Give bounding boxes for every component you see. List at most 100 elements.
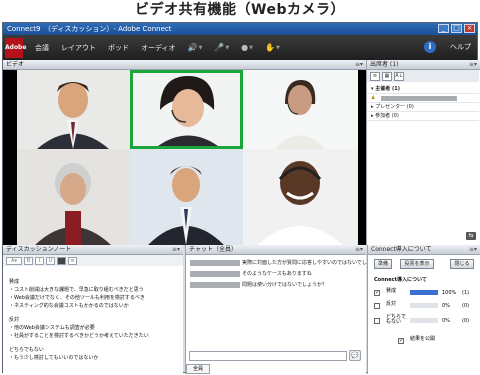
- chat-input[interactable]: [189, 351, 347, 361]
- poll-result-bar: [410, 303, 438, 308]
- window-titlebar: Connect9 （ディスカッション）- Adobe Connect _ □ ×: [3, 23, 477, 35]
- host-user-icon: ♟: [371, 95, 376, 101]
- video-tile-older-woman[interactable]: [17, 149, 130, 245]
- underline-icon[interactable]: U: [46, 256, 55, 265]
- poll-percent: 0%: [442, 318, 450, 324]
- show-votes-button[interactable]: 投票を表示: [400, 259, 434, 269]
- video-tile-young-man[interactable]: [130, 149, 243, 245]
- speech-bubble-icon[interactable]: 💬: [349, 350, 361, 361]
- poll-bar-fill: [410, 290, 438, 295]
- pod-menu-icon[interactable]: ≡▾: [355, 245, 363, 255]
- microphone-icon[interactable]: 🎤 ▼: [214, 43, 229, 52]
- redacted-sender: [190, 270, 240, 277]
- chat-message-text: 実際に対面した方が質問に応答しやすいのではないでしょうか: [242, 260, 382, 266]
- close-button[interactable]: ×: [464, 24, 475, 33]
- maximize-button[interactable]: □: [451, 24, 462, 33]
- poll-option-row: どちらでもない 0% (0): [374, 314, 474, 330]
- poll-pod: Connect導入について ≡▾ 準備 投票を表示 閉じる Connect導入に…: [367, 245, 480, 374]
- bold-icon[interactable]: B: [24, 256, 33, 265]
- participants-group[interactable]: ▸ 参加者 (0): [367, 112, 479, 121]
- raise-hand-icon[interactable]: ✋ ▼: [265, 43, 280, 52]
- video-tile-man-headset[interactable]: [243, 149, 358, 245]
- grid-view-icon[interactable]: ▦: [382, 71, 392, 81]
- notes-line: ・コスト削減は大きな課題で、早急に取り組むべきだと思う: [9, 287, 144, 293]
- poll-count: (0): [462, 318, 470, 324]
- info-icon[interactable]: i: [424, 41, 436, 53]
- prepare-button[interactable]: 準備: [374, 259, 392, 269]
- chat-pod-title: チャット（全員）: [189, 246, 237, 253]
- notes-pod: ディスカッションノート ≡▾ A▾ B I U ≡ 賛成 ・コスト削減は大きな課…: [3, 245, 183, 374]
- menu-pods[interactable]: ポッド: [108, 43, 129, 53]
- webcam-icon[interactable]: ● ▼: [241, 43, 253, 52]
- poll-option-row: ✓ 賛成 100% (1): [374, 288, 474, 298]
- notes-pod-title: ディスカッションノート: [6, 246, 72, 253]
- poll-option-label: 賛成: [386, 288, 397, 294]
- poll-count: (1): [462, 290, 470, 296]
- video-tile-man-suit[interactable]: [17, 70, 130, 149]
- hosts-group[interactable]: ▾ 主催者 (1): [367, 85, 479, 94]
- video-pod-header: ビデオ ≡▾: [3, 60, 366, 70]
- share-icon[interactable]: ⇆: [466, 232, 476, 240]
- menu-audio[interactable]: オーディオ: [141, 43, 176, 53]
- presenters-group-label: プレゼンター (0): [375, 104, 414, 110]
- poll-percent: 0%: [442, 303, 450, 309]
- pod-menu-icon[interactable]: ≡▾: [355, 60, 363, 70]
- poll-result-bar: [410, 318, 438, 323]
- text-color-icon[interactable]: [57, 256, 66, 265]
- window-controls: _ □ ×: [438, 24, 475, 33]
- pod-menu-icon[interactable]: ≡▾: [172, 245, 180, 255]
- poll-result-bar: [410, 290, 438, 295]
- notes-line: 反対: [9, 317, 20, 323]
- video-grid: [3, 70, 366, 245]
- video-pod-title: ビデオ: [6, 61, 25, 68]
- poll-checkbox[interactable]: [374, 303, 380, 309]
- minimize-button[interactable]: _: [438, 24, 449, 33]
- video-pod: ビデオ ≡▾: [3, 60, 366, 245]
- attendees-pod-title: 出席者 (1): [370, 61, 399, 68]
- poll-pod-title: Connect導入について: [371, 246, 432, 253]
- video-tile-active-speaker[interactable]: [130, 70, 243, 149]
- attendees-pod-header: 出席者 (1) ≡▾: [367, 60, 480, 70]
- redacted-attendee-name: [381, 96, 457, 101]
- close-poll-button[interactable]: 閉じる: [450, 259, 474, 269]
- menu-bar: Adobe 会議 レイアウト ポッド オーディオ 🔊 ▼ 🎤 ▼ ● ▼ ✋ ▼ i ヘ…: [3, 35, 477, 60]
- attendees-pod: 出席者 (1) ≡▾ ≡ ▦ A↓ ▾ 主催者 (1) ♟ ▸ プレゼンター (…: [366, 60, 480, 245]
- poll-count: (0): [462, 303, 470, 309]
- notes-line: ・もう少し検討してもいいのではないか: [9, 355, 99, 361]
- redacted-sender: [190, 259, 240, 266]
- menu-help[interactable]: ヘルプ: [450, 42, 471, 52]
- redacted-sender: [190, 281, 240, 288]
- attendees-toolbar: ≡ ▦ A↓: [367, 70, 479, 82]
- notes-content[interactable]: 賛成 ・コスト削減は大きな課題で、早急に取り組むべきだと思う ・Web会議だけで…: [9, 278, 149, 362]
- menu-layout[interactable]: レイアウト: [61, 43, 96, 53]
- notes-line: ・Web会議だけでなく、その他ツールも利用を検討するべき: [9, 295, 145, 301]
- poll-option-label: どちらでもない: [386, 314, 406, 325]
- speaker-icon[interactable]: 🔊 ▼: [188, 43, 203, 52]
- video-tile-woman-headset[interactable]: [243, 70, 358, 149]
- notes-pod-header: ディスカッションノート ≡▾: [3, 245, 183, 255]
- poll-checkbox[interactable]: ✓: [374, 290, 380, 296]
- list-view-icon[interactable]: ≡: [370, 71, 380, 81]
- poll-option-row: 反対 0% (0): [374, 301, 474, 311]
- hosts-group-label: 主催者 (1): [375, 86, 401, 92]
- poll-question: Connect導入について: [374, 277, 427, 283]
- pod-menu-icon[interactable]: ≡▾: [469, 60, 477, 70]
- presenters-group[interactable]: ▸ プレゼンター (0): [367, 103, 479, 112]
- poll-pod-header: Connect導入について ≡▾: [368, 245, 480, 255]
- pod-menu-icon[interactable]: ≡▾: [469, 245, 477, 255]
- publish-results-checkbox[interactable]: ✓: [398, 338, 404, 344]
- chat-pod: チャット（全員） ≡▾ 実際に対面した方が質問に応答しやすいのではないでしょうか…: [185, 245, 382, 374]
- sort-icon[interactable]: A↓: [394, 71, 404, 81]
- chat-pod-header: チャット（全員） ≡▾: [186, 245, 366, 255]
- publish-results-label: 結果を公開: [410, 336, 436, 342]
- notes-line: どちらでもない: [9, 347, 44, 353]
- font-size-icon[interactable]: A▾: [6, 256, 22, 265]
- chat-message: 問題は使い分けではないでしょうか？: [190, 281, 327, 288]
- menu-meeting[interactable]: 会議: [35, 43, 49, 53]
- list-icon[interactable]: ≡: [68, 256, 77, 265]
- notes-line: 賛成: [9, 279, 20, 285]
- chat-tab-everyone[interactable]: 全員: [186, 364, 210, 374]
- italic-icon[interactable]: I: [35, 256, 44, 265]
- attendee-row[interactable]: ♟: [367, 94, 479, 103]
- poll-checkbox[interactable]: [374, 318, 380, 324]
